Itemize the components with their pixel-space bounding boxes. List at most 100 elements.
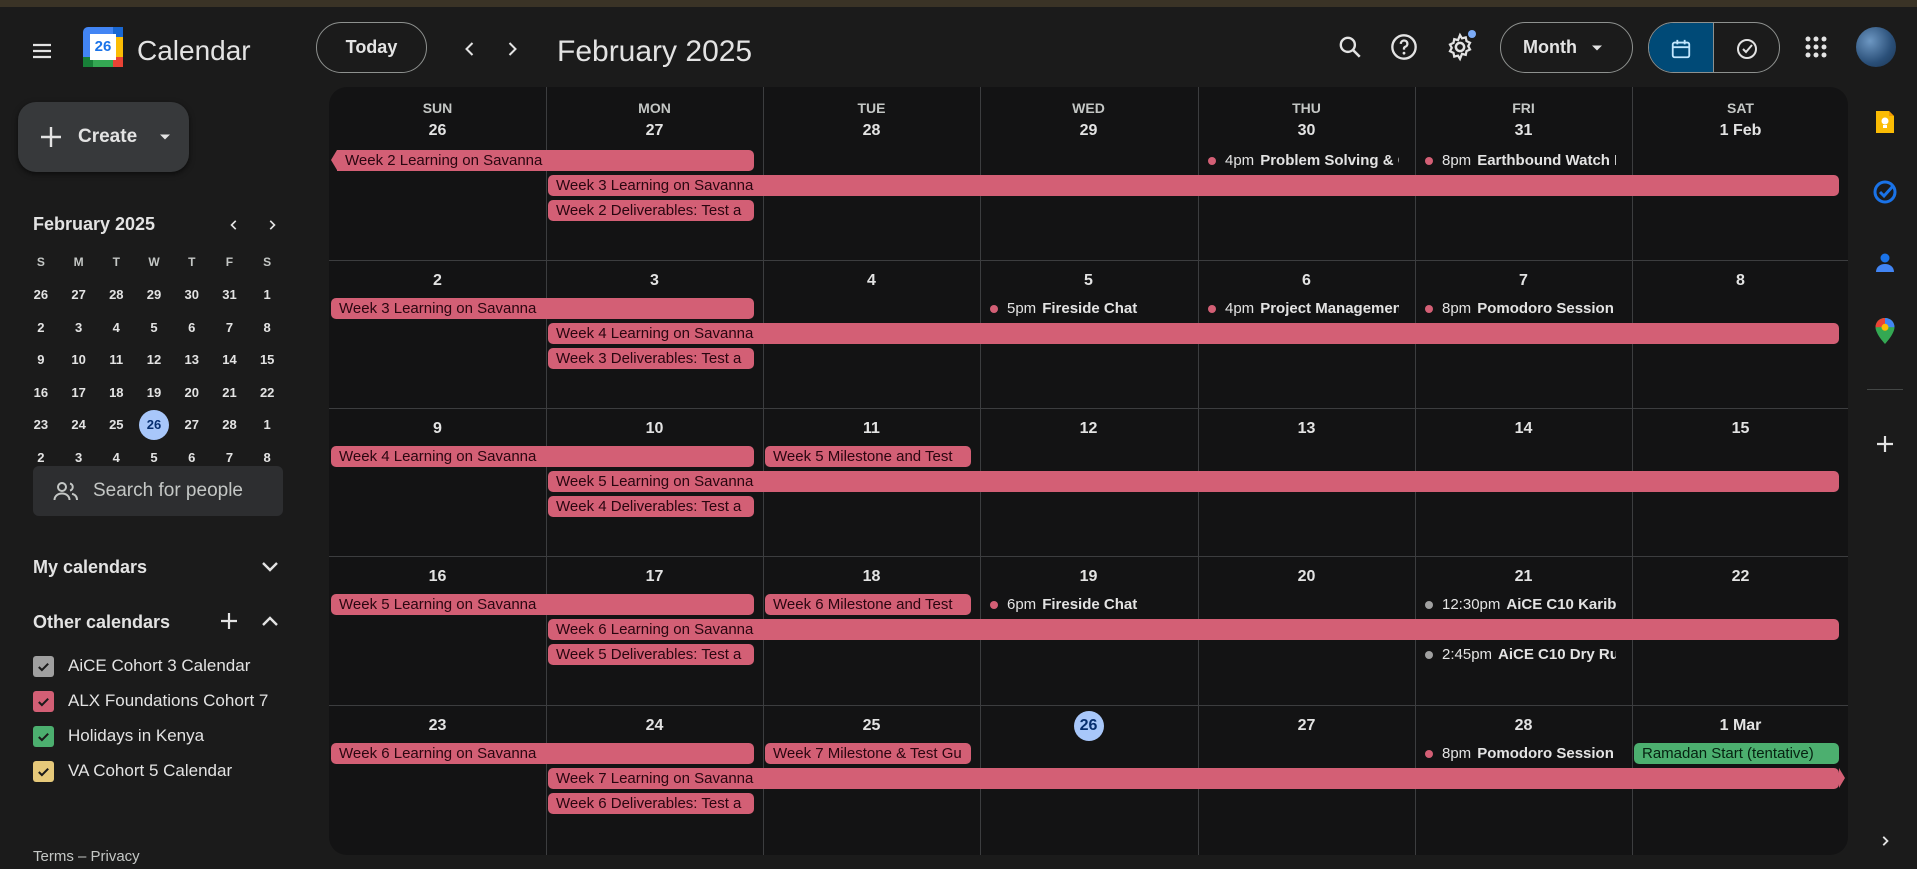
all-day-event[interactable]: Week 6 Learning on Savanna bbox=[331, 743, 754, 764]
day-number[interactable]: 5 bbox=[980, 272, 1197, 290]
get-addons-button[interactable] bbox=[1870, 429, 1900, 459]
mini-day[interactable]: 6 bbox=[173, 450, 211, 465]
mini-day[interactable]: 6 bbox=[173, 320, 211, 335]
all-day-event[interactable]: Week 5 Learning on Savanna bbox=[548, 471, 1839, 492]
mini-day[interactable]: 15 bbox=[248, 352, 286, 367]
mini-day[interactable]: 8 bbox=[248, 450, 286, 465]
day-number[interactable]: 18 bbox=[763, 568, 980, 586]
day-number[interactable]: 20 bbox=[1198, 568, 1415, 586]
day-number[interactable]: 1 Feb bbox=[1632, 122, 1848, 140]
all-day-event[interactable]: Week 5 Milestone and Test bbox=[765, 446, 971, 467]
mini-day[interactable]: 3 bbox=[60, 320, 98, 335]
mini-day[interactable]: 25 bbox=[97, 417, 135, 432]
maps-button[interactable] bbox=[1870, 316, 1900, 346]
day-number[interactable]: 16 bbox=[329, 568, 546, 586]
avatar[interactable] bbox=[1856, 27, 1896, 67]
all-day-event[interactable]: Week 7 Learning on Savanna bbox=[548, 768, 1839, 789]
search-people-input[interactable]: Search for people bbox=[33, 466, 283, 516]
terms-privacy-links[interactable]: Terms – Privacy bbox=[33, 848, 140, 865]
day-number[interactable]: 3 bbox=[546, 272, 763, 290]
mini-day[interactable]: 28 bbox=[211, 417, 249, 432]
timed-event[interactable]: 2:45pm AiCE C10 Dry Run bbox=[1425, 644, 1616, 665]
chevron-up-icon[interactable] bbox=[261, 615, 279, 627]
holiday-event[interactable]: Ramadan Start (tentative) bbox=[1634, 743, 1839, 764]
checkbox-checked-icon[interactable] bbox=[33, 690, 54, 712]
mini-day[interactable]: 5 bbox=[135, 450, 173, 465]
mini-day[interactable]: 14 bbox=[211, 352, 249, 367]
mini-prev-month-button[interactable] bbox=[221, 212, 247, 238]
add-calendar-icon[interactable] bbox=[220, 612, 238, 630]
day-number[interactable]: 28 bbox=[763, 122, 980, 140]
day-number[interactable]: 13 bbox=[1198, 420, 1415, 438]
keep-button[interactable] bbox=[1870, 107, 1900, 137]
mini-day[interactable]: 27 bbox=[173, 417, 211, 432]
mini-day[interactable]: 21 bbox=[211, 385, 249, 400]
day-number[interactable]: 4 bbox=[763, 272, 980, 290]
tasks-view-toggle[interactable] bbox=[1714, 23, 1779, 72]
day-number-today[interactable]: 26 bbox=[980, 711, 1197, 741]
all-day-event[interactable]: Week 3 Learning on Savanna bbox=[548, 175, 1839, 196]
timed-event[interactable]: 5pm Fireside Chat bbox=[990, 298, 1181, 319]
create-button[interactable]: Create bbox=[18, 102, 189, 172]
day-number[interactable]: 11 bbox=[763, 420, 980, 438]
mini-day[interactable]: 19 bbox=[135, 385, 173, 400]
day-number[interactable]: 22 bbox=[1632, 568, 1848, 586]
timed-event[interactable]: 8pm Pomodoro Session bbox=[1425, 743, 1616, 764]
all-day-event[interactable]: Week 5 Deliverables: Test a bbox=[548, 644, 754, 665]
mini-day[interactable]: 10 bbox=[60, 352, 98, 367]
checkbox-checked-icon[interactable] bbox=[33, 760, 54, 782]
mini-day[interactable]: 26 bbox=[22, 287, 60, 302]
mini-day[interactable]: 3 bbox=[60, 450, 98, 465]
mini-day[interactable]: 23 bbox=[22, 417, 60, 432]
tasks-button[interactable] bbox=[1870, 177, 1900, 207]
main-menu-button[interactable] bbox=[22, 31, 62, 71]
day-number[interactable]: 19 bbox=[980, 568, 1197, 586]
mini-day[interactable]: 29 bbox=[135, 287, 173, 302]
timed-event[interactable]: 8pm Pomodoro Session bbox=[1425, 298, 1616, 319]
mini-day[interactable]: 8 bbox=[248, 320, 286, 335]
calendar-view-toggle[interactable] bbox=[1649, 23, 1714, 72]
search-button[interactable] bbox=[1330, 27, 1370, 67]
today-button[interactable]: Today bbox=[316, 22, 427, 73]
day-number[interactable]: 12 bbox=[980, 420, 1197, 438]
all-day-event[interactable]: Week 6 Learning on Savanna bbox=[548, 619, 1839, 640]
all-day-event[interactable]: Week 3 Learning on Savanna bbox=[331, 298, 754, 319]
mini-day[interactable]: 31 bbox=[211, 287, 249, 302]
mini-day[interactable]: 20 bbox=[173, 385, 211, 400]
day-number[interactable]: 27 bbox=[546, 122, 763, 140]
day-number[interactable]: 27 bbox=[1198, 717, 1415, 735]
day-number[interactable]: 28 bbox=[1415, 717, 1632, 735]
other-calendar-item[interactable]: AiCE Cohort 3 Calendar bbox=[33, 653, 250, 679]
my-calendars-toggle[interactable]: My calendars bbox=[33, 557, 283, 578]
mini-day[interactable]: 11 bbox=[97, 352, 135, 367]
support-button[interactable] bbox=[1384, 27, 1424, 67]
mini-day[interactable]: 7 bbox=[211, 320, 249, 335]
day-number[interactable]: 6 bbox=[1198, 272, 1415, 290]
timed-event[interactable]: 12:30pm AiCE C10 Karibu bbox=[1425, 594, 1616, 615]
day-number[interactable]: 7 bbox=[1415, 272, 1632, 290]
day-number[interactable]: 8 bbox=[1632, 272, 1848, 290]
day-number[interactable]: 24 bbox=[546, 717, 763, 735]
next-month-button[interactable] bbox=[494, 31, 530, 67]
all-day-event[interactable]: Week 5 Learning on Savanna bbox=[331, 594, 754, 615]
all-day-event[interactable]: Week 2 Deliverables: Test a bbox=[548, 200, 754, 221]
previous-month-button[interactable] bbox=[452, 31, 488, 67]
other-calendar-item[interactable]: VA Cohort 5 Calendar bbox=[33, 758, 232, 784]
day-number[interactable]: 29 bbox=[980, 122, 1197, 140]
day-number[interactable]: 30 bbox=[1198, 122, 1415, 140]
timed-event[interactable]: 8pm Earthbound Watch P bbox=[1425, 150, 1616, 171]
all-day-event[interactable]: Week 6 Deliverables: Test a bbox=[548, 793, 754, 814]
all-day-event[interactable]: Week 3 Deliverables: Test a bbox=[548, 348, 754, 369]
day-number[interactable]: 9 bbox=[329, 420, 546, 438]
day-number[interactable]: 21 bbox=[1415, 568, 1632, 586]
checkbox-checked-icon[interactable] bbox=[33, 725, 54, 747]
mini-day[interactable]: 1 bbox=[248, 287, 286, 302]
other-calendar-item[interactable]: Holidays in Kenya bbox=[33, 723, 204, 749]
mini-day[interactable]: 27 bbox=[60, 287, 98, 302]
day-number[interactable]: 10 bbox=[546, 420, 763, 438]
mini-day[interactable]: 28 bbox=[97, 287, 135, 302]
checkbox-checked-icon[interactable] bbox=[33, 655, 54, 677]
view-switcher-button[interactable]: Month bbox=[1500, 22, 1633, 73]
all-day-event[interactable]: Week 4 Learning on Savanna bbox=[331, 446, 754, 467]
all-day-event[interactable]: Week 6 Milestone and Test bbox=[765, 594, 971, 615]
